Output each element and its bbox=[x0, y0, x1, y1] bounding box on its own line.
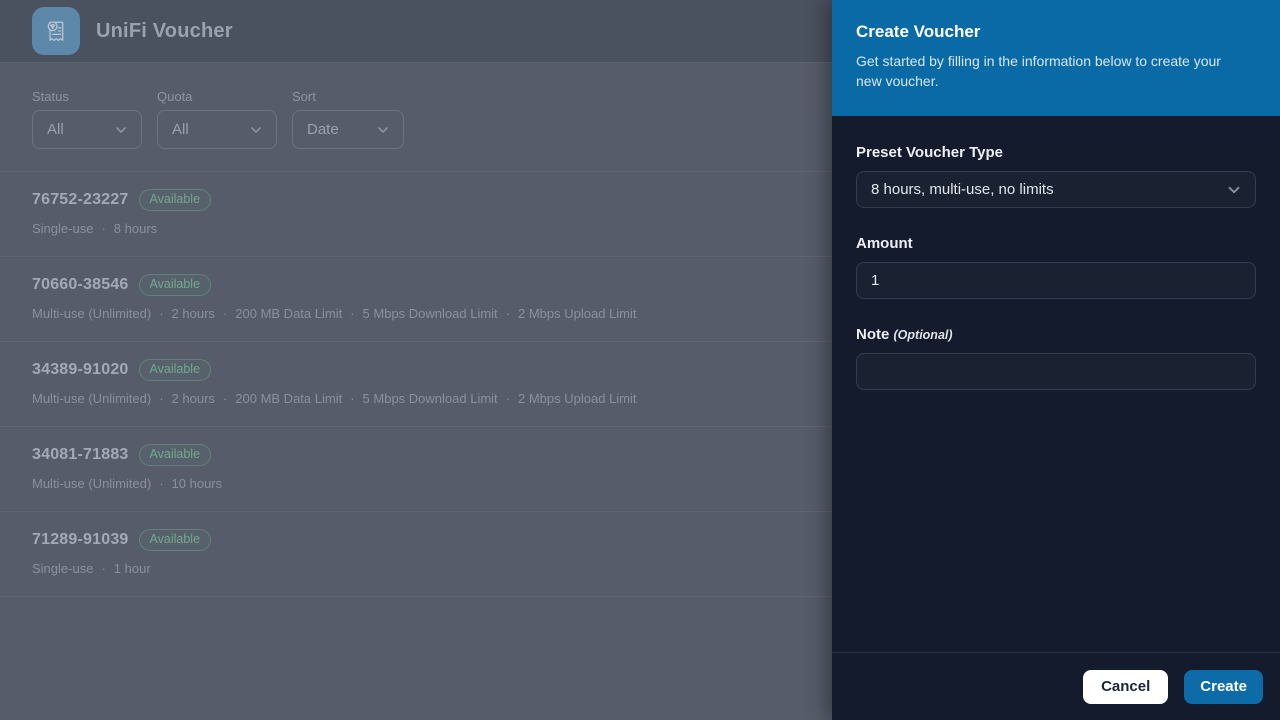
chevron-down-icon bbox=[375, 122, 391, 138]
filter-status-value: All bbox=[47, 121, 64, 138]
voucher-list-item[interactable]: 71289-91039 Available Single-use·1 hour bbox=[0, 512, 832, 597]
cancel-button[interactable]: Cancel bbox=[1083, 670, 1168, 704]
voucher-code: 34081-71883 bbox=[32, 446, 129, 464]
voucher-code: 76752-23227 bbox=[32, 191, 129, 209]
amount-group: Amount bbox=[856, 235, 1256, 299]
amount-label: Amount bbox=[856, 235, 1256, 252]
filter-quota: Quota All bbox=[157, 89, 277, 149]
voucher-receipt-icon bbox=[32, 7, 80, 55]
panel-title: Create Voucher bbox=[856, 22, 1256, 42]
status-badge: Available bbox=[139, 359, 212, 381]
voucher-app-main: UniFi Voucher Status All Quota All Sort bbox=[0, 0, 832, 720]
filter-sort-label: Sort bbox=[292, 89, 404, 104]
status-badge: Available bbox=[139, 444, 212, 466]
voucher-list-item[interactable]: 34389-91020 Available Multi-use (Unlimit… bbox=[0, 342, 832, 427]
voucher-code: 70660-38546 bbox=[32, 276, 129, 294]
voucher-list-item[interactable]: 76752-23227 Available Single-use·8 hours bbox=[0, 172, 832, 257]
filter-sort-select[interactable]: Date bbox=[292, 110, 404, 149]
filters-bar: Status All Quota All Sort Date bbox=[0, 63, 832, 172]
voucher-list-item[interactable]: 70660-38546 Available Multi-use (Unlimit… bbox=[0, 257, 832, 342]
filter-status-label: Status bbox=[32, 89, 142, 104]
preset-voucher-type-group: Preset Voucher Type 8 hours, multi-use, … bbox=[856, 144, 1256, 208]
panel-header: Create Voucher Get started by filling in… bbox=[832, 0, 1280, 116]
filter-quota-value: All bbox=[172, 121, 189, 138]
chevron-down-icon bbox=[113, 122, 129, 138]
chevron-down-icon bbox=[248, 122, 264, 138]
status-badge: Available bbox=[139, 189, 212, 211]
note-label: Note (Optional) bbox=[856, 326, 1256, 343]
create-voucher-panel: Create Voucher Get started by filling in… bbox=[832, 0, 1280, 720]
status-badge: Available bbox=[139, 529, 212, 551]
preset-voucher-type-value: 8 hours, multi-use, no limits bbox=[871, 181, 1054, 198]
voucher-details: Multi-use (Unlimited)·2 hours·200 MB Dat… bbox=[32, 391, 800, 406]
amount-input[interactable] bbox=[856, 262, 1256, 299]
voucher-details: Single-use·1 hour bbox=[32, 561, 800, 576]
filter-quota-label: Quota bbox=[157, 89, 277, 104]
page-title: UniFi Voucher bbox=[96, 20, 233, 43]
voucher-code: 71289-91039 bbox=[32, 531, 129, 549]
filter-status: Status All bbox=[32, 89, 142, 149]
preset-voucher-type-select[interactable]: 8 hours, multi-use, no limits bbox=[856, 171, 1256, 208]
voucher-details: Multi-use (Unlimited)·2 hours·200 MB Dat… bbox=[32, 306, 800, 321]
panel-footer: Cancel Create bbox=[832, 652, 1280, 720]
voucher-list: 76752-23227 Available Single-use·8 hours… bbox=[0, 172, 832, 597]
panel-body: Preset Voucher Type 8 hours, multi-use, … bbox=[832, 116, 1280, 652]
note-optional-hint: (Optional) bbox=[894, 328, 953, 342]
note-input[interactable] bbox=[856, 353, 1256, 390]
note-group: Note (Optional) bbox=[856, 326, 1256, 390]
panel-subtitle: Get started by filling in the informatio… bbox=[856, 51, 1246, 91]
filter-quota-select[interactable]: All bbox=[157, 110, 277, 149]
app-header: UniFi Voucher bbox=[0, 0, 832, 63]
voucher-list-item[interactable]: 34081-71883 Available Multi-use (Unlimit… bbox=[0, 427, 832, 512]
filter-status-select[interactable]: All bbox=[32, 110, 142, 149]
voucher-details: Multi-use (Unlimited)·10 hours bbox=[32, 476, 800, 491]
preset-voucher-type-label: Preset Voucher Type bbox=[856, 144, 1256, 161]
status-badge: Available bbox=[139, 274, 212, 296]
filter-sort: Sort Date bbox=[292, 89, 404, 149]
filter-sort-value: Date bbox=[307, 121, 339, 138]
voucher-code: 34389-91020 bbox=[32, 361, 129, 379]
create-button[interactable]: Create bbox=[1184, 670, 1263, 704]
voucher-details: Single-use·8 hours bbox=[32, 221, 800, 236]
chevron-down-icon bbox=[1225, 181, 1243, 199]
